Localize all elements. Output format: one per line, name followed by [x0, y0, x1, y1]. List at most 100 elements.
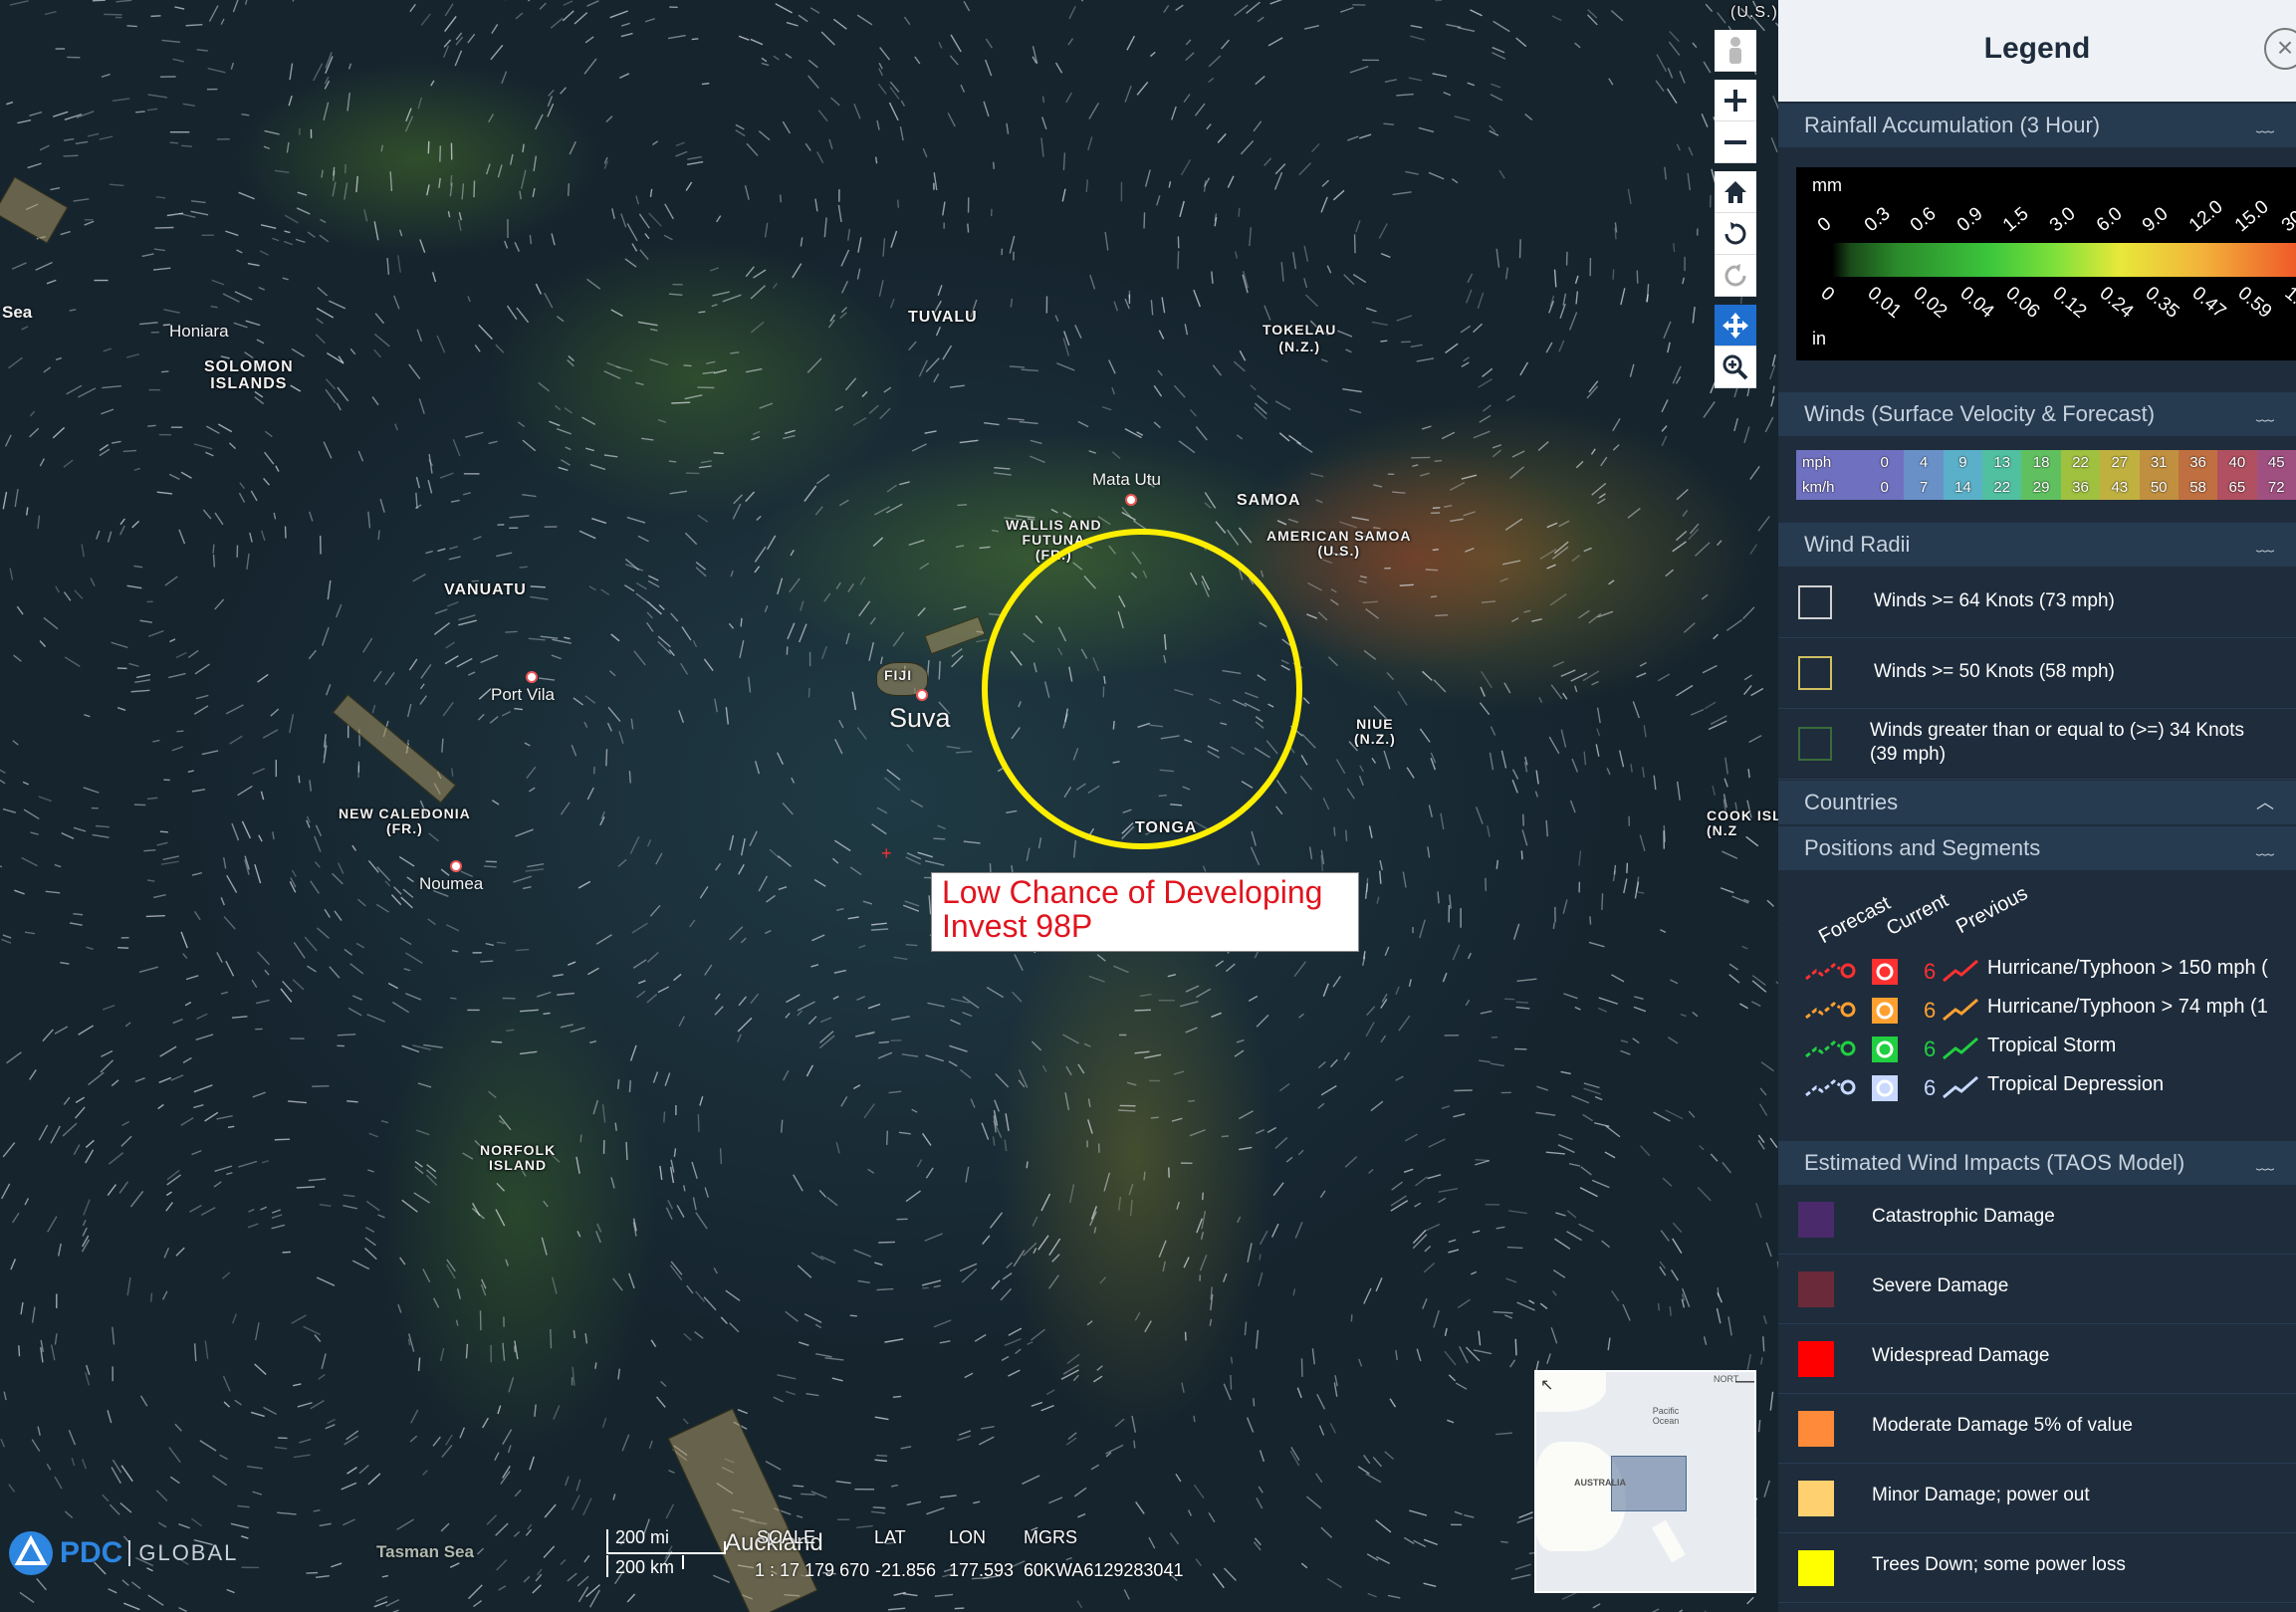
wind-streak: [161, 39, 180, 44]
wind-streak: [549, 420, 561, 427]
taos-label: Widespread Damage: [1872, 1345, 2050, 1366]
wind-streak: [840, 307, 847, 314]
wind-streak: [355, 942, 365, 949]
wind-streak: [223, 916, 236, 930]
section-countries-header[interactable]: Countries ︿: [1778, 781, 2296, 824]
wind-streak: [260, 1206, 268, 1211]
section-positions-header[interactable]: Positions and Segments ﹏: [1778, 826, 2296, 870]
wind-streak: [687, 155, 702, 160]
wind-streak: [1061, 188, 1066, 202]
wind-streak: [327, 579, 332, 600]
wind-streak: [414, 1160, 423, 1168]
wind-streak: [852, 1084, 861, 1090]
wind-streak: [206, 425, 220, 434]
wind-streak: [456, 657, 473, 668]
wind-streak: [1319, 1190, 1326, 1199]
wind-streak: [190, 1517, 202, 1527]
wind-streak: [417, 97, 423, 110]
wind-streak: [505, 630, 518, 633]
wind-streak: [274, 1138, 291, 1141]
rotate-left-icon[interactable]: [1715, 213, 1756, 255]
wind-streak: [1257, 16, 1264, 23]
wind-streak: [182, 953, 188, 960]
wind-streak: [182, 103, 195, 107]
zoom-box-icon[interactable]: [1715, 346, 1756, 388]
wind-streak: [522, 494, 537, 498]
zoom-out-icon[interactable]: [1715, 121, 1756, 163]
wind-streak: [1390, 1200, 1409, 1212]
wind-streak: [1031, 1040, 1042, 1051]
overview-expand-icon[interactable]: ↖: [1540, 1375, 1553, 1395]
wind-streak: [820, 31, 835, 46]
overview-map[interactable]: NORT Pacific Ocean AUSTRALIA ↖ —: [1534, 1370, 1756, 1593]
wind-streak: [323, 441, 333, 459]
wind-streak: [1259, 1450, 1265, 1463]
rainfall-tick-in: 0.35: [2141, 283, 2183, 323]
wind-streak: [937, 285, 943, 296]
wind-streak: [256, 999, 270, 1005]
overview-collapse-icon[interactable]: —: [1735, 1372, 1754, 1393]
wind-streak: [1370, 1100, 1384, 1112]
wind-streak: [185, 24, 203, 27]
wind-streak: [506, 1029, 515, 1033]
wind-streak: [295, 238, 306, 244]
wind-speed-cell: 36: [2178, 450, 2218, 475]
wind-streak: [1514, 1563, 1531, 1570]
pan-icon[interactable]: [1715, 305, 1756, 346]
zoom-in-icon[interactable]: [1715, 80, 1756, 121]
section-taos-header[interactable]: Estimated Wind Impacts (TAOS Model) ﹏: [1778, 1141, 2296, 1185]
section-rainfall-header[interactable]: Rainfall Accumulation (3 Hour) ﹏: [1778, 104, 2296, 147]
wind-streak: [695, 1290, 706, 1302]
wind-row-mph: mph 0 4 9 13 18 22 27 31 36 40 45: [1796, 450, 2296, 475]
wind-streak: [1583, 547, 1592, 553]
wind-streak: [1163, 5, 1170, 13]
wind-streak: [272, 237, 280, 242]
wind-streak: [152, 894, 166, 899]
wind-streak: [898, 1131, 911, 1135]
wind-streak: [870, 928, 889, 931]
map-canvas[interactable]: SOLOMON ISLANDS TUVALU TOKELAU (N.Z.) VANU…: [0, 0, 1778, 1612]
wind-streak: [1062, 1364, 1080, 1375]
wind-streak: [99, 135, 114, 140]
wind-streak: [432, 1436, 441, 1447]
wind-streak: [620, 32, 633, 38]
wind-streak: [592, 1099, 599, 1115]
wind-streak: [1495, 248, 1500, 268]
wind-streak: [579, 1134, 582, 1143]
rotate-right-icon[interactable]: [1715, 255, 1756, 297]
wind-streak: [75, 1096, 86, 1103]
wind-streak: [107, 1184, 117, 1197]
wind-streak: [648, 212, 662, 227]
rainfall-tick-mm: 1.5: [1999, 203, 2033, 237]
wind-streak: [38, 1124, 49, 1141]
wind-streak: [856, 14, 873, 26]
home-icon[interactable]: [1715, 171, 1756, 213]
wind-streak: [1634, 996, 1644, 1000]
wind-streak: [1558, 1133, 1573, 1141]
wind-streak: [1448, 1239, 1457, 1244]
wind-streak: [258, 286, 265, 291]
wind-streak: [1150, 1116, 1159, 1119]
wind-streak: [953, 605, 967, 610]
wind-streak: [316, 927, 330, 939]
wind-streak: [43, 366, 52, 373]
wind-streak: [1661, 435, 1668, 447]
wind-streak: [1608, 579, 1615, 585]
wind-streak: [882, 238, 886, 257]
section-radii-header[interactable]: Wind Radii ﹏: [1778, 523, 2296, 567]
wind-streak: [358, 1465, 369, 1475]
svg-text:6: 6: [1924, 1036, 1936, 1061]
wind-streak: [1682, 510, 1689, 517]
section-winds-header[interactable]: Winds (Surface Velocity & Forecast) ﹏: [1778, 392, 2296, 436]
wind-streak: [884, 1338, 904, 1343]
wind-streak: [1330, 588, 1337, 593]
wind-streak: [785, 53, 793, 59]
wind-streak: [1553, 269, 1557, 288]
wind-streak: [63, 1096, 71, 1105]
wind-streak: [1077, 420, 1089, 428]
wind-streak: [1258, 1486, 1263, 1494]
wind-streak: [578, 530, 596, 540]
street-view-icon[interactable]: [1715, 30, 1756, 72]
wind-streak: [130, 1581, 141, 1590]
wind-streak: [355, 175, 358, 193]
